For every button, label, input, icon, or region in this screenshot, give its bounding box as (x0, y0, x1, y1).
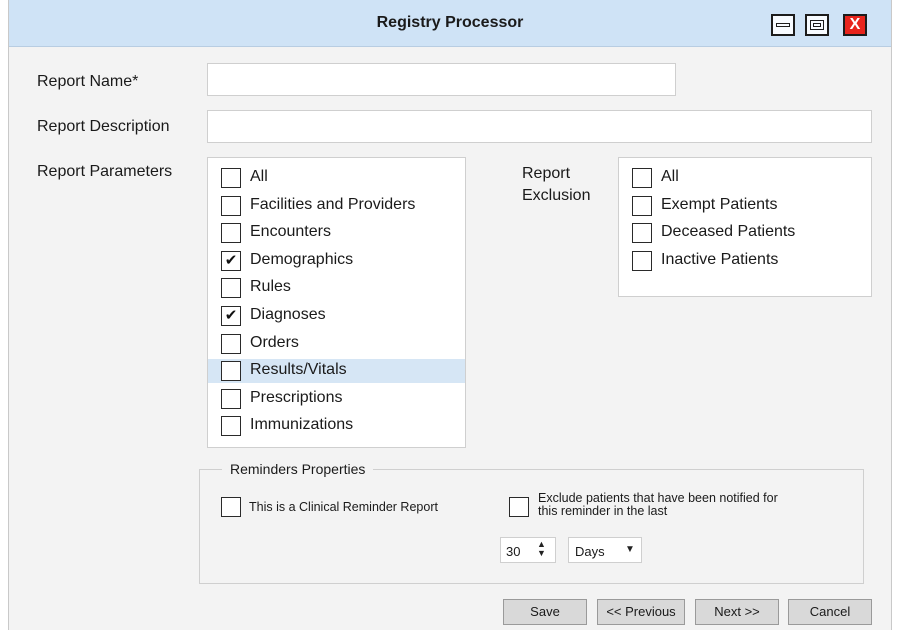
exclusion-checkbox[interactable] (632, 250, 652, 271)
chevron-down-icon: ▼ (625, 544, 635, 555)
parameter-checkbox[interactable] (221, 361, 241, 382)
spinner-arrows-icon[interactable]: ▲ ▼ (537, 540, 546, 558)
parameter-item[interactable]: Encounters (208, 221, 465, 245)
parameter-checkbox[interactable]: ✔ (221, 250, 241, 271)
parameter-checkbox[interactable] (221, 278, 241, 299)
parameter-label: Facilities and Providers (250, 195, 416, 213)
previous-button[interactable]: << Previous (597, 599, 685, 625)
parameter-item[interactable]: ✔ Demographics (208, 249, 465, 273)
exclusion-item[interactable]: Exempt Patients (619, 194, 871, 218)
report-description-label: Report Description (37, 118, 170, 135)
parameter-item[interactable]: ✔ Diagnoses (208, 304, 465, 328)
window-title: Registry Processor (376, 14, 524, 31)
report-name-input[interactable] (207, 63, 676, 96)
close-icon[interactable]: X (843, 14, 867, 36)
exclusion-label: Deceased Patients (661, 223, 796, 241)
period-unit-value: Days (575, 544, 605, 559)
parameter-checkbox[interactable]: ✔ (221, 306, 241, 326)
save-button[interactable]: Save (503, 599, 587, 625)
parameter-checkbox[interactable] (221, 168, 241, 188)
exclusion-label: All (661, 168, 679, 185)
exclusion-checkbox[interactable] (632, 195, 652, 216)
parameter-label: All (250, 168, 268, 185)
clinical-reminder-checkbox[interactable] (221, 497, 241, 517)
report-parameters-list: All Facilities and Providers Encounters ✔ De… (207, 157, 466, 448)
period-value-spinner[interactable]: 30 ▲ ▼ (500, 537, 556, 563)
parameter-label: Immunizations (250, 416, 354, 434)
exclusion-label: Exempt Patients (661, 195, 778, 213)
parameter-checkbox[interactable] (221, 416, 241, 437)
title-bar: Registry Processor X (9, 0, 891, 47)
exclusion-checkbox[interactable] (632, 223, 652, 244)
exclusion-item[interactable]: All (619, 166, 871, 190)
parameter-checkbox[interactable] (221, 195, 241, 216)
parameter-item[interactable]: Results/Vitals (208, 359, 465, 384)
parameter-item[interactable]: Rules (208, 276, 465, 300)
exclusion-label: Inactive Patients (661, 250, 779, 268)
parameter-item[interactable]: Immunizations (208, 414, 465, 438)
parameter-label: Diagnoses (250, 306, 326, 323)
parameter-checkbox[interactable] (221, 223, 241, 244)
reminders-properties-group (199, 469, 864, 584)
parameter-checkbox[interactable] (221, 388, 241, 409)
period-value: 30 (506, 544, 521, 559)
period-unit-select[interactable]: Days ▼ (568, 537, 642, 563)
report-description-input[interactable] (207, 110, 872, 143)
maximize-icon[interactable] (805, 14, 829, 36)
cancel-button[interactable]: Cancel (788, 599, 872, 625)
parameter-label: Orders (250, 333, 299, 351)
exclusion-checkbox[interactable] (632, 168, 652, 188)
minimize-icon[interactable] (771, 14, 795, 36)
reminders-properties-legend: Reminders Properties (222, 461, 374, 477)
exclusion-item[interactable]: Inactive Patients (619, 249, 871, 273)
exclude-notified-checkbox[interactable] (509, 497, 529, 517)
parameter-item[interactable]: Orders (208, 332, 465, 356)
parameter-item[interactable]: Facilities and Providers (208, 194, 465, 218)
parameter-label: Rules (250, 278, 291, 296)
parameter-label: Results/Vitals (250, 361, 347, 379)
parameter-item[interactable]: Prescriptions (208, 387, 465, 411)
report-name-label: Report Name* (37, 73, 139, 90)
parameter-item[interactable]: All (208, 166, 465, 190)
parameter-label: Demographics (250, 250, 354, 268)
parameter-label: Prescriptions (250, 388, 343, 406)
clinical-reminder-label: This is a Clinical Reminder Report (249, 500, 438, 514)
parameter-checkbox[interactable] (221, 333, 241, 354)
next-button[interactable]: Next >> (695, 599, 779, 625)
exclude-notified-label-line2: this reminder in the last (538, 504, 668, 518)
report-parameters-label: Report Parameters (37, 163, 173, 180)
report-exclusion-label: Report Exclusion (522, 165, 591, 204)
report-exclusion-list: All Exempt Patients Deceased Patients Inact… (618, 157, 872, 297)
exclusion-item[interactable]: Deceased Patients (619, 221, 871, 245)
parameter-label: Encounters (250, 223, 331, 241)
